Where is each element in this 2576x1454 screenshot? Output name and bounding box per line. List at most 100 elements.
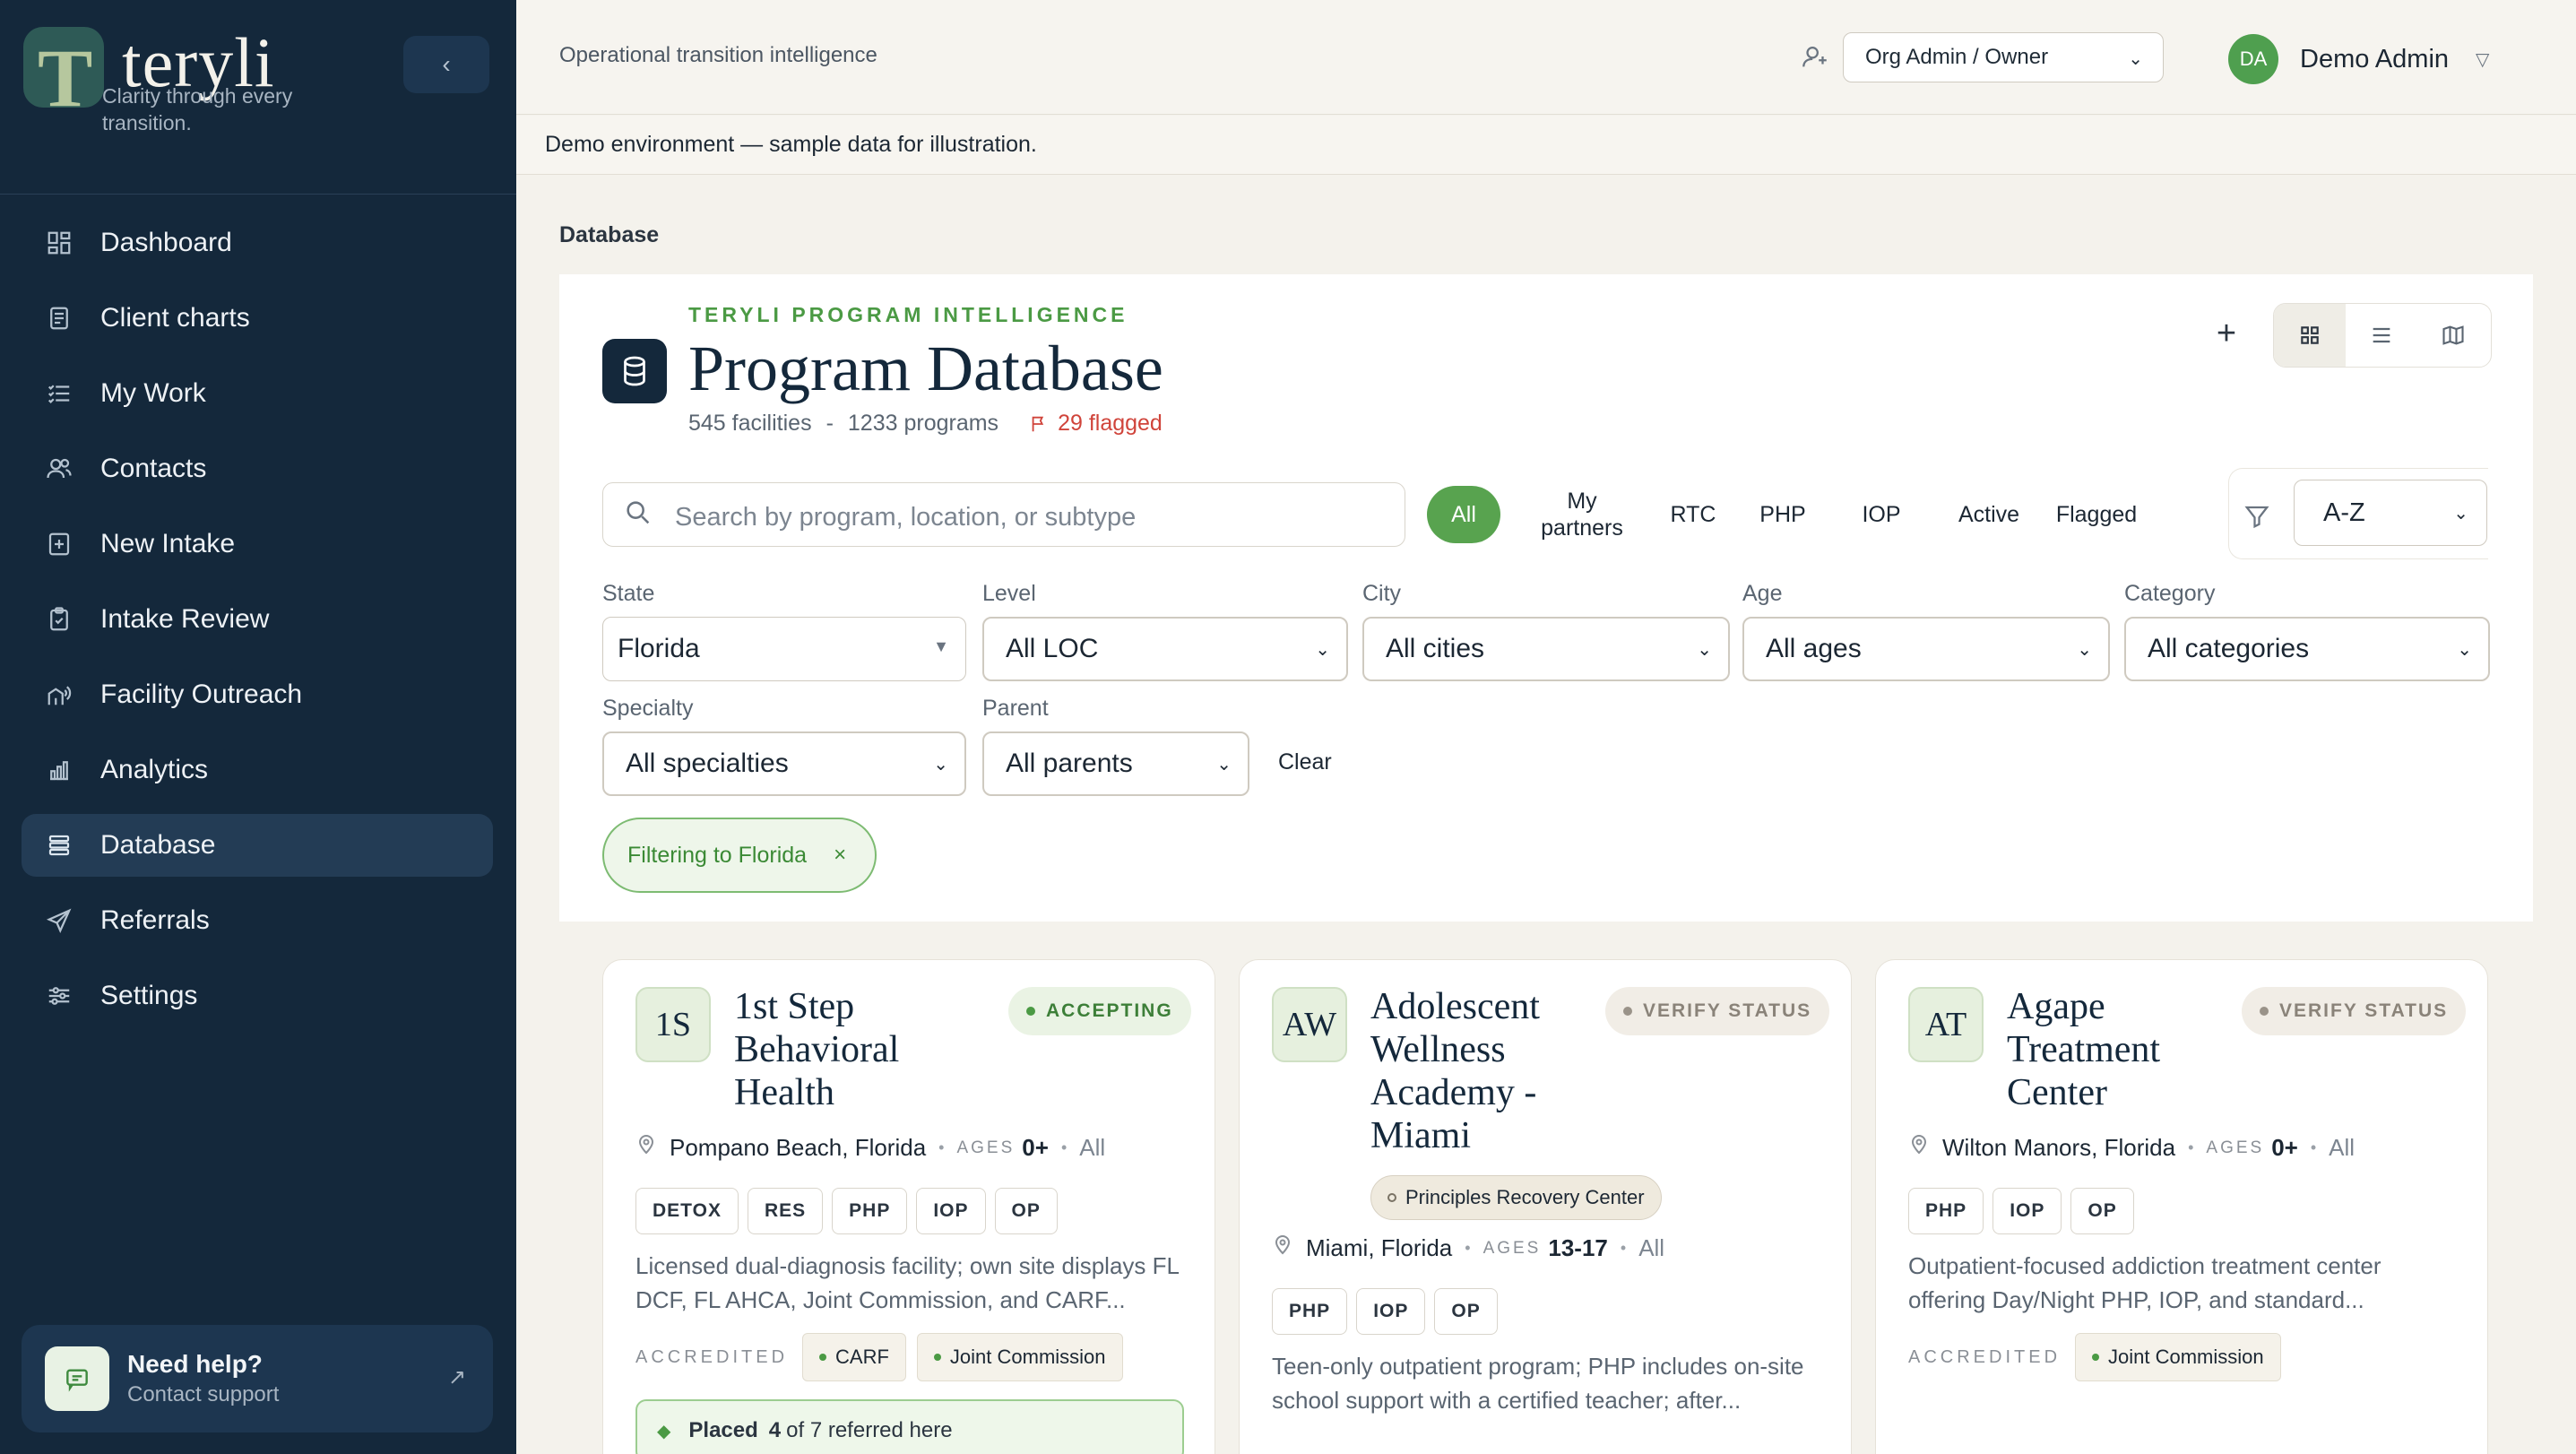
accreditation-label: Joint Commission	[2108, 1346, 2264, 1368]
placement-stat: ◆ Placed 4 of 7 referred here	[635, 1399, 1184, 1454]
grid-view-button[interactable]	[2274, 304, 2346, 367]
add-program-button[interactable]: +	[2201, 308, 2252, 359]
view-toggle	[2273, 303, 2492, 368]
chevron-down-icon: ⌄	[2128, 49, 2143, 69]
list-view-button[interactable]	[2346, 304, 2417, 367]
program-initials: 1S	[635, 987, 711, 1062]
state-select[interactable]: Florida ▼	[602, 617, 966, 681]
bullet-separator: •	[938, 1138, 945, 1156]
outreach-icon	[45, 680, 73, 709]
level-tags: PHP IOP OP	[1908, 1188, 2143, 1234]
sidebar-nav: Dashboard Client charts My Work Contacts…	[22, 212, 493, 1040]
user-menu[interactable]: DA Demo Admin ▽	[2212, 23, 2526, 95]
filter-label-category: Category	[2124, 581, 2216, 606]
program-location: Pompano Beach, Florida	[670, 1134, 927, 1161]
chip-active[interactable]: Active	[1949, 486, 2029, 543]
role-select-value: Org Admin / Owner	[1865, 45, 2049, 69]
active-filter-pill[interactable]: Filtering to Florida ×	[602, 818, 877, 893]
ages-label: AGES	[1482, 1238, 1542, 1258]
sidebar-item-database[interactable]: Database	[22, 814, 493, 877]
sidebar-item-facility-outreach[interactable]: Facility Outreach	[22, 663, 493, 726]
category-select[interactable]: All categories ⌄	[2124, 617, 2490, 681]
accreditation-badge: Joint Commission	[2075, 1333, 2281, 1381]
sidebar-item-client-charts[interactable]: Client charts	[22, 287, 493, 350]
parent-select[interactable]: All parents ⌄	[982, 731, 1249, 796]
chip-php[interactable]: PHP	[1751, 486, 1814, 543]
chip-rtc[interactable]: RTC	[1662, 486, 1725, 543]
accreditation-dot-icon	[819, 1354, 827, 1361]
age-select[interactable]: All ages ⌄	[1742, 617, 2110, 681]
gender-value: All	[2329, 1134, 2356, 1161]
role-select[interactable]: Org Admin / Owner ⌄	[1843, 32, 2164, 82]
parent-organization-label: Principles Recovery Center	[1405, 1186, 1645, 1208]
accreditation-row: ACCREDITED Joint Commission	[1908, 1333, 2292, 1381]
chevron-down-icon: ⌄	[1216, 755, 1232, 775]
clear-filters-button[interactable]: Clear	[1278, 749, 1332, 775]
status-badge: VERIFY STATUS	[1605, 987, 1830, 1035]
collapse-sidebar-button[interactable]: ‹	[403, 36, 489, 93]
program-name-line: Adolescent	[1370, 986, 1540, 1027]
chip-my-partners[interactable]: My partners	[1524, 486, 1640, 543]
accreditation-dot-icon	[2092, 1354, 2100, 1361]
filter-icon	[2243, 503, 2270, 534]
checklist-icon	[45, 379, 73, 408]
sidebar-item-dashboard[interactable]: Dashboard	[22, 212, 493, 274]
accreditation-badge: Joint Commission	[916, 1333, 1123, 1381]
level-tags: PHP IOP OP	[1272, 1288, 1507, 1335]
dashboard-icon	[45, 229, 73, 257]
level-tag: OP	[994, 1188, 1058, 1234]
chip-iop[interactable]: IOP	[1850, 486, 1913, 543]
document-icon	[45, 304, 73, 333]
parent-organization-badge[interactable]: Principles Recovery Center	[1370, 1175, 1662, 1220]
program-name-line: 1st Step	[734, 986, 855, 1027]
sidebar-item-new-intake[interactable]: New Intake	[22, 513, 493, 576]
chevron-down-icon: ⌄	[1697, 640, 1712, 660]
topbar-title: Operational transition intelligence	[559, 43, 877, 67]
specialty-select[interactable]: All specialties ⌄	[602, 731, 966, 796]
level-tag: PHP	[1908, 1188, 1984, 1234]
city-select[interactable]: All cities ⌄	[1362, 617, 1730, 681]
level-tag: PHP	[832, 1188, 908, 1234]
sidebar-item-label: Facility Outreach	[100, 679, 303, 709]
sidebar-item-label: Contacts	[100, 454, 207, 483]
brand-tagline: Clarity through every transition.	[102, 84, 293, 134]
sidebar-item-contacts[interactable]: Contacts	[22, 437, 493, 500]
close-icon[interactable]: ×	[834, 843, 846, 868]
program-description: Outpatient-focused addiction treatment c…	[1908, 1252, 2382, 1313]
caret-down-icon: ▼	[933, 637, 949, 655]
user-name: Demo Admin	[2300, 44, 2450, 74]
sidebar-item-analytics[interactable]: Analytics	[22, 739, 493, 801]
external-arrow-icon: ↗	[447, 1365, 466, 1389]
help-card[interactable]: Need help? Contact support ↗	[22, 1325, 493, 1432]
program-location-row: Pompano Beach, Florida • AGES 0+ • All	[635, 1134, 1105, 1162]
sort-select[interactable]: A-Z ⌄	[2294, 480, 2487, 546]
plus-icon: +	[2216, 314, 2237, 352]
sidebar-item-referrals[interactable]: Referrals	[22, 889, 493, 952]
accreditation-label: CARF	[835, 1346, 889, 1368]
active-filter-label: Filtering to Florida	[627, 842, 808, 868]
sidebar-item-intake-review[interactable]: Intake Review	[22, 588, 493, 651]
level-select[interactable]: All LOC ⌄	[982, 617, 1348, 681]
search-icon	[623, 498, 653, 532]
plus-square-icon	[45, 530, 73, 558]
sidebar-item-label: New Intake	[100, 529, 236, 558]
status-label: VERIFY STATUS	[1643, 1000, 1812, 1021]
chip-flagged[interactable]: Flagged	[2047, 486, 2146, 543]
bullet-separator: •	[1620, 1239, 1627, 1257]
panel-eyebrow: TERYLI PROGRAM INTELLIGENCE	[688, 303, 1128, 326]
filter-label-specialty: Specialty	[602, 696, 694, 721]
program-card[interactable]: 1S 1st Step Behavioral Health ACCEPTING …	[602, 959, 1215, 1454]
level-tag: DETOX	[635, 1188, 739, 1234]
chip-all[interactable]: All	[1427, 486, 1500, 543]
chevron-down-icon: ⌄	[2457, 640, 2472, 660]
map-view-button[interactable]	[2417, 304, 2489, 367]
location-pin-icon	[1272, 1234, 1293, 1262]
flagged-link[interactable]: 29 flagged	[1029, 411, 1163, 437]
program-card[interactable]: AT Agape Treatment Center VERIFY STATUS …	[1875, 959, 2488, 1454]
search-input[interactable]: Search by program, location, or subtype	[602, 482, 1405, 547]
program-card[interactable]: AW Adolescent Wellness Academy - Miami V…	[1239, 959, 1852, 1454]
status-badge: ACCEPTING	[1008, 987, 1191, 1035]
demo-banner: Demo environment — sample data for illus…	[516, 116, 2576, 175]
sidebar-item-settings[interactable]: Settings	[22, 965, 493, 1027]
sidebar-item-my-work[interactable]: My Work	[22, 362, 493, 425]
